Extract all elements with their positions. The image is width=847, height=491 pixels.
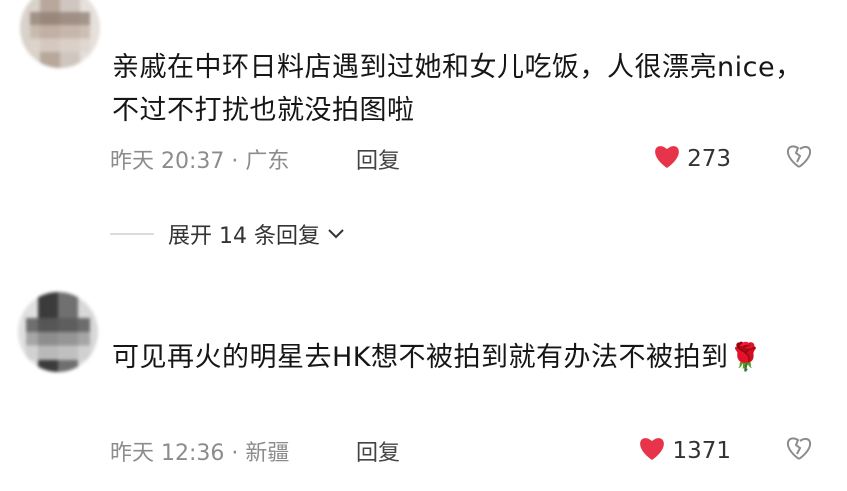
heart-icon: [653, 143, 681, 175]
heart-icon: [638, 435, 666, 467]
comment-time-location: 昨天 12:36 · 新疆: [110, 441, 290, 466]
reply-button[interactable]: 回复: [356, 435, 400, 467]
comment-2: 可见再火的明星去HK想不被拍到就有办法不被拍到🌹 昨天 12:36 · 新疆 回…: [0, 282, 847, 491]
comment-1: 亲戚在中环日料店遇到过她和女儿吃饭，人很漂亮nice，不过不打扰也就没拍图啦 昨…: [0, 0, 847, 270]
dislike-button[interactable]: [785, 435, 813, 467]
like-button[interactable]: 1371: [638, 435, 731, 467]
expand-replies-button[interactable]: 展开 14 条回复: [110, 218, 346, 250]
like-count: 273: [687, 146, 731, 172]
avatar[interactable]: [18, 292, 98, 372]
comment-text: 亲戚在中环日料店遇到过她和女儿吃饭，人很漂亮nice，不过不打扰也就没拍图啦: [112, 52, 803, 126]
comment-text: 可见再火的明星去HK想不被拍到就有办法不被拍到🌹: [112, 336, 823, 379]
comment-text-body: 可见再火的明星去HK想不被拍到就有办法不被拍到: [112, 342, 729, 373]
like-count: 1371: [672, 438, 731, 464]
rose-emoji: 🌹: [728, 342, 763, 373]
avatar[interactable]: [20, 0, 100, 68]
comment-time-location: 昨天 20:37 · 广东: [110, 149, 290, 174]
chevron-down-icon: [326, 227, 346, 241]
like-button[interactable]: 273: [653, 143, 731, 175]
broken-heart-icon: [785, 143, 813, 175]
dislike-button[interactable]: [785, 143, 813, 175]
expand-replies-label: 展开 14 条回复: [168, 224, 320, 249]
comment-meta: 昨天 20:37 · 广东 回复 273: [110, 142, 827, 176]
broken-heart-icon: [785, 435, 813, 467]
reply-button[interactable]: 回复: [356, 143, 400, 175]
comment-meta: 昨天 12:36 · 新疆 回复 1371: [110, 434, 827, 468]
divider: [110, 233, 154, 235]
